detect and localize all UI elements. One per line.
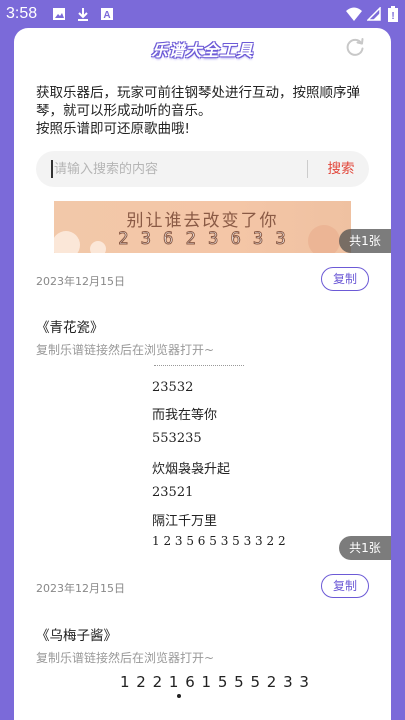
- intro-text: 获取乐器后，玩家可前往钢琴处进行互动，按照顺序弹琴，就可以形成动听的音乐。 按照…: [36, 84, 376, 138]
- search-input[interactable]: [54, 151, 294, 187]
- page-count-badge: 共1张: [339, 536, 391, 560]
- post-date: 2023年12月15日: [36, 275, 125, 288]
- song-hint: 复制乐谱链接然后在浏览器打开~: [36, 343, 215, 357]
- intro-line-2: 按照乐谱即可还原歌曲哦!: [36, 121, 190, 137]
- banner-lyric: 别让谁去改变了你: [126, 211, 279, 231]
- image-icon: [53, 8, 65, 20]
- battery-icon: !: [388, 6, 398, 22]
- banner-numbers: 2 3 6 2 3 6 3 3: [118, 229, 287, 250]
- score-line: 23532: [152, 380, 194, 395]
- status-time: 3:58: [6, 5, 38, 22]
- page-count-badge: 共1张: [339, 229, 391, 253]
- copy-button[interactable]: 复制: [321, 267, 369, 291]
- refresh-icon[interactable]: [344, 36, 366, 58]
- svg-text:!: !: [391, 11, 394, 22]
- post-date: 2023年12月15日: [36, 582, 125, 595]
- song-hint: 复制乐谱链接然后在浏览器打开~: [36, 651, 215, 665]
- score-line: 隔江千万里: [152, 514, 218, 529]
- score-line: 1 2 2 1 6 1 5 5 5 2 3 3: [120, 673, 310, 691]
- status-bar: 3:58 A !: [0, 0, 405, 30]
- signal-icon: [367, 7, 381, 21]
- song-title: 《乌梅子酱》: [36, 628, 117, 644]
- note-dot: [177, 694, 181, 698]
- search-button[interactable]: 搜索: [316, 151, 366, 187]
- text-caret: [51, 160, 53, 178]
- copy-button[interactable]: 复制: [321, 574, 369, 598]
- svg-text:A: A: [103, 10, 110, 21]
- score-line: 553235: [152, 431, 202, 446]
- score-image-3[interactable]: 1 2 2 1 6 1 5 5 5 2 3 3: [54, 668, 351, 720]
- search-bar: 搜索: [36, 151, 369, 187]
- song-title: 《青花瓷》: [36, 320, 104, 336]
- main-card: 乐谱大全工具 获取乐器后，玩家可前往钢琴处进行互动，按照顺序弹琴，就可以形成动听…: [14, 28, 391, 720]
- score-image-2[interactable]: 23532 而我在等你 553235 炊烟袅袅升起 23521 隔江千万里 1 …: [54, 364, 351, 560]
- score-cutoff: [154, 364, 244, 366]
- search-divider: [307, 160, 308, 178]
- text-a-icon: A: [101, 8, 113, 21]
- score-line: 而我在等你: [152, 408, 218, 423]
- page-title: 乐谱大全工具: [151, 41, 254, 60]
- score-line: 23521: [152, 485, 194, 500]
- download-icon: [78, 8, 88, 21]
- score-line: 炊烟袅袅升起: [152, 462, 231, 477]
- wifi-icon: [346, 7, 362, 21]
- score-line: 1 2 3 5 6 5 3 5 3 3 2 2: [152, 534, 286, 548]
- intro-line-1: 获取乐器后，玩家可前往钢琴处进行互动，按照顺序弹琴，就可以形成动听的音乐。: [36, 85, 360, 119]
- app-header: 乐谱大全工具: [14, 28, 391, 68]
- score-image-1[interactable]: 别让谁去改变了你 2 3 6 2 3 6 3 3: [54, 201, 351, 253]
